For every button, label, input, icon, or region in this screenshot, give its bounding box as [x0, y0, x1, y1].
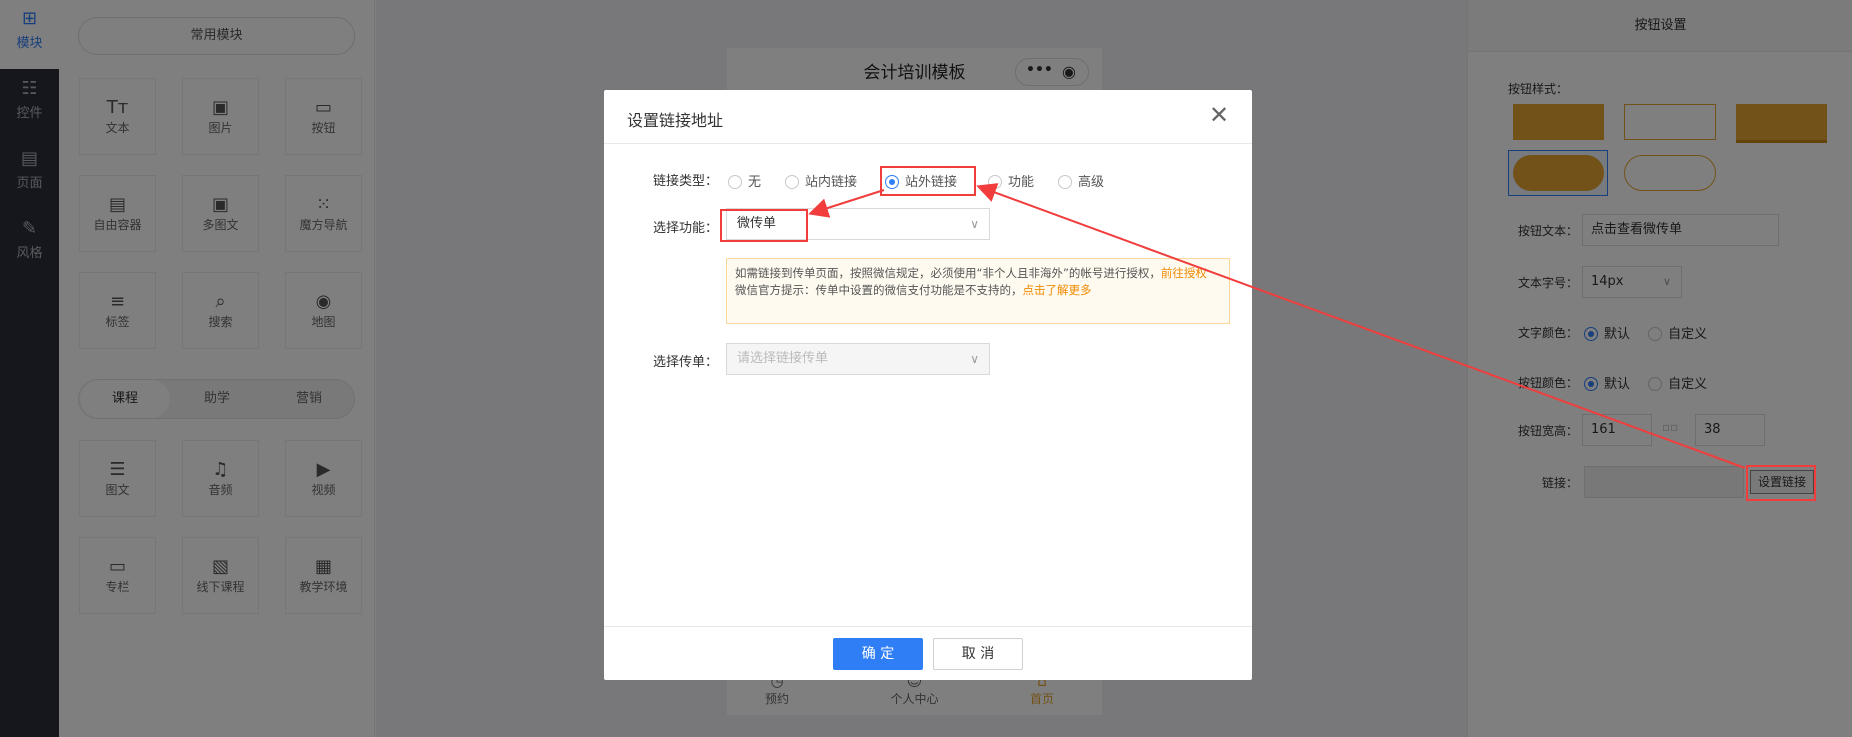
- arrow-setlink-to-external: [976, 183, 1746, 469]
- arrow-external-to-function: [808, 189, 885, 218]
- annotation-arrows: [808, 183, 1746, 469]
